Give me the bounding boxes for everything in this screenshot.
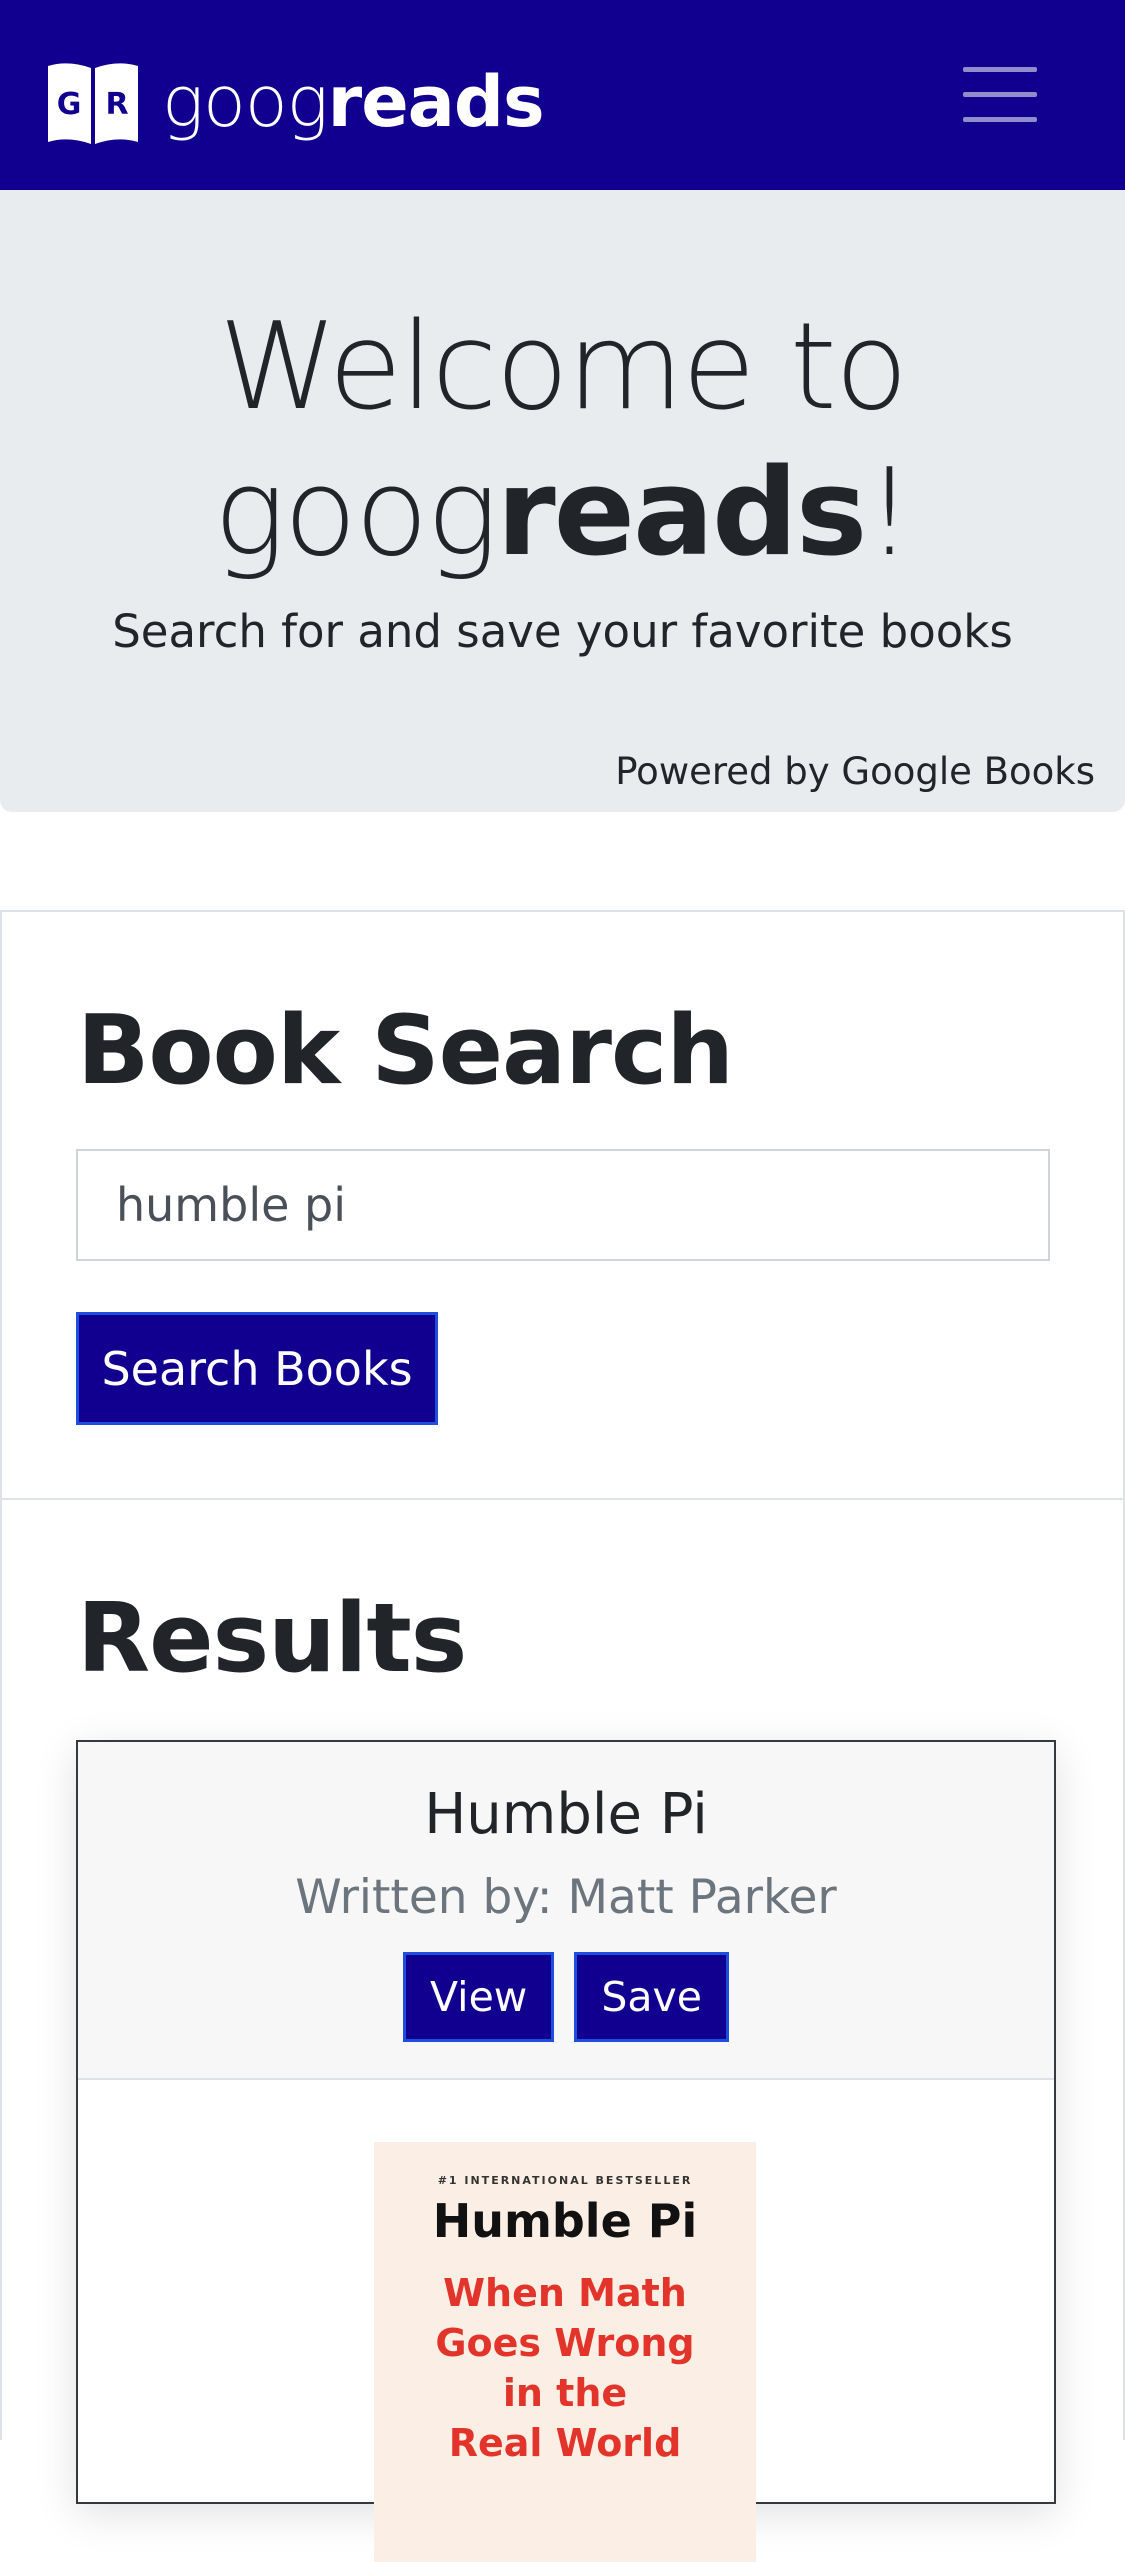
menu-toggle-button[interactable] <box>940 40 1060 148</box>
title-welcome: Welcome to <box>218 298 909 437</box>
cover-subtitle-line: Goes Wrong <box>435 2321 695 2365</box>
powered-by-text: Powered by Google Books <box>615 750 1095 793</box>
results-card: Results Humble Pi Written by: Matt Parke… <box>0 1498 1125 2562</box>
search-books-button[interactable]: Search Books <box>76 1312 438 1425</box>
title-exclamation: ! <box>865 444 913 583</box>
cover-subtitle-line: When Math <box>443 2271 687 2315</box>
navbar: G R googreads <box>0 0 1125 190</box>
result-header: Humble Pi Written by: Matt Parker View Sa… <box>78 1742 1054 2080</box>
brand-name-light: goog <box>162 61 329 143</box>
brand-link[interactable]: G R googreads <box>44 58 545 146</box>
view-button[interactable]: View <box>403 1952 555 2042</box>
save-button[interactable]: Save <box>574 1952 729 2042</box>
cover-tagline: #1 INTERNATIONAL BESTSELLER <box>437 2174 693 2187</box>
cover-title: Humble Pi <box>432 2194 698 2248</box>
hero-banner: Welcome to googreads! Search for and sav… <box>0 190 1125 812</box>
cover-subtitle: When Math Goes Wrong in the Real World <box>374 2268 756 2468</box>
title-brand-bold: reads <box>496 444 867 583</box>
hero-subtitle: Search for and save your favorite books <box>112 605 1013 658</box>
results-heading: Results <box>77 1584 467 1694</box>
logo-letter-g: G <box>57 87 82 122</box>
cover-subtitle-line: in the <box>502 2371 628 2415</box>
book-cover-image: #1 INTERNATIONAL BESTSELLER Humble Pi Wh… <box>374 2142 756 2562</box>
result-actions: View Save <box>78 1952 1054 2042</box>
cover-subtitle-line: Real World <box>448 2421 682 2465</box>
title-brand-light: goog <box>213 444 499 583</box>
result-item: Humble Pi Written by: Matt Parker View Sa… <box>76 1740 1056 2562</box>
book-search-heading: Book Search <box>77 996 734 1106</box>
page-title: Welcome to googreads! <box>0 295 1125 587</box>
logo-letter-r: R <box>105 87 128 122</box>
brand-name-bold: reads <box>327 61 545 143</box>
book-author: Written by: Matt Parker <box>295 1870 837 1925</box>
book-logo-icon: G R <box>48 63 138 144</box>
book-title: Humble Pi <box>424 1782 708 1847</box>
title-brand: googreads! <box>0 441 1125 587</box>
brand-name: googreads <box>162 67 545 137</box>
book-search-card: Book Search Search Books <box>0 910 1125 1502</box>
search-input[interactable] <box>76 1149 1050 1261</box>
